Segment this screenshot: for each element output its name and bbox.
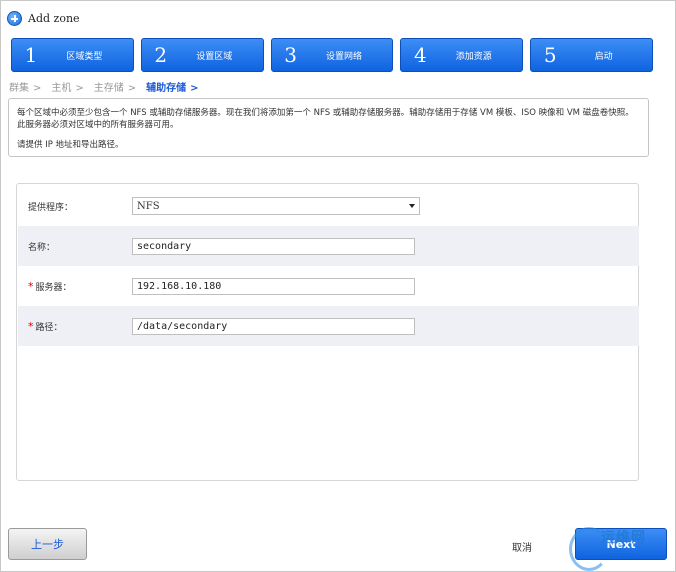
provider-select[interactable]: NFS — [132, 197, 420, 215]
add-icon — [7, 10, 22, 26]
name-input[interactable]: secondary — [132, 237, 415, 255]
breadcrumb-label: 群集 — [9, 83, 29, 94]
path-label-text: 路径： — [35, 322, 63, 333]
form-row-path: * 路径： /data/secondary — [18, 306, 639, 346]
secondary-storage-form: 提供程序： NFS 名称： secondary * 服务器： 192.168.1… — [16, 183, 639, 481]
form-row-provider: 提供程序： NFS — [18, 186, 639, 226]
step-number: 5 — [543, 43, 557, 67]
wizard-step-3[interactable]: 3 设置网络 — [270, 38, 394, 72]
breadcrumb-label: 辅助存储 — [146, 83, 187, 94]
breadcrumb-label: 主机 — [51, 83, 72, 94]
step-label: 设置网络 — [325, 51, 362, 62]
server-label: * 服务器： — [18, 280, 132, 293]
server-input[interactable]: 192.168.10.180 — [132, 277, 415, 295]
chevron-right-icon: > — [33, 83, 42, 94]
step-number: 3 — [284, 43, 297, 67]
info-description: 每个区域中必须至少包含一个 NFS 或辅助存储服务器。现在我们将添加第一个 NF… — [17, 108, 634, 130]
dialog-title-bar: Add zone — [7, 8, 80, 28]
path-input[interactable]: /data/secondary — [132, 317, 415, 335]
path-label: * 路径： — [18, 320, 132, 333]
step-label: 设置区域 — [196, 51, 233, 62]
cancel-button[interactable]: 取消 — [512, 539, 532, 554]
chevron-right-icon: > — [127, 83, 137, 94]
wizard-step-4[interactable]: 4 添加资源 — [400, 38, 524, 72]
form-row-name: 名称： secondary — [18, 226, 639, 266]
dialog-title: Add zone — [28, 11, 80, 25]
step-label: 区域类型 — [66, 51, 103, 62]
wizard-step-5[interactable]: 5 启动 — [530, 38, 653, 72]
next-button[interactable]: Next — [575, 528, 667, 560]
chevron-right-icon: > — [75, 83, 84, 94]
chevron-down-icon — [409, 204, 415, 208]
breadcrumb-cluster[interactable]: 群集 > — [9, 79, 41, 95]
breadcrumb-label: 主存储 — [93, 83, 124, 94]
previous-button[interactable]: 上一步 — [8, 528, 87, 560]
step-label: 添加资源 — [455, 51, 492, 62]
step-number: 2 — [154, 43, 168, 67]
chevron-right-icon: > — [190, 83, 199, 94]
provider-label: 提供程序： — [28, 202, 74, 213]
info-instruction: 请提供 IP 地址和导出路径。 — [17, 140, 124, 150]
step-number: 4 — [414, 43, 427, 67]
info-box: 每个区域中必须至少包含一个 NFS 或辅助存储服务器。现在我们将添加第一个 NF… — [8, 98, 649, 157]
required-mark: * — [28, 319, 34, 333]
breadcrumb: 群集 > 主机 > 主存储 > 辅助存储 > — [9, 79, 209, 95]
add-zone-dialog: Add zone 1 区域类型 2 设置区域 3 设置网络 4 添加资源 5 启… — [0, 0, 676, 572]
breadcrumb-primary-storage[interactable]: 主存储 > — [94, 79, 136, 95]
form-row-server: * 服务器： 192.168.10.180 — [18, 266, 639, 306]
breadcrumb-host[interactable]: 主机 > — [51, 79, 83, 95]
wizard-step-1[interactable]: 1 区域类型 — [11, 38, 134, 72]
required-mark: * — [28, 279, 34, 293]
name-label: 名称： — [28, 242, 56, 253]
wizard-step-2[interactable]: 2 设置区域 — [140, 38, 264, 72]
provider-value: NFS — [137, 200, 160, 212]
step-label: 启动 — [594, 51, 613, 62]
server-label-text: 服务器： — [35, 282, 72, 293]
breadcrumb-secondary-storage[interactable]: 辅助存储 > — [146, 79, 198, 95]
wizard-steps: 1 区域类型 2 设置区域 3 设置网络 4 添加资源 5 启动 — [11, 38, 653, 72]
step-number: 1 — [24, 43, 38, 67]
